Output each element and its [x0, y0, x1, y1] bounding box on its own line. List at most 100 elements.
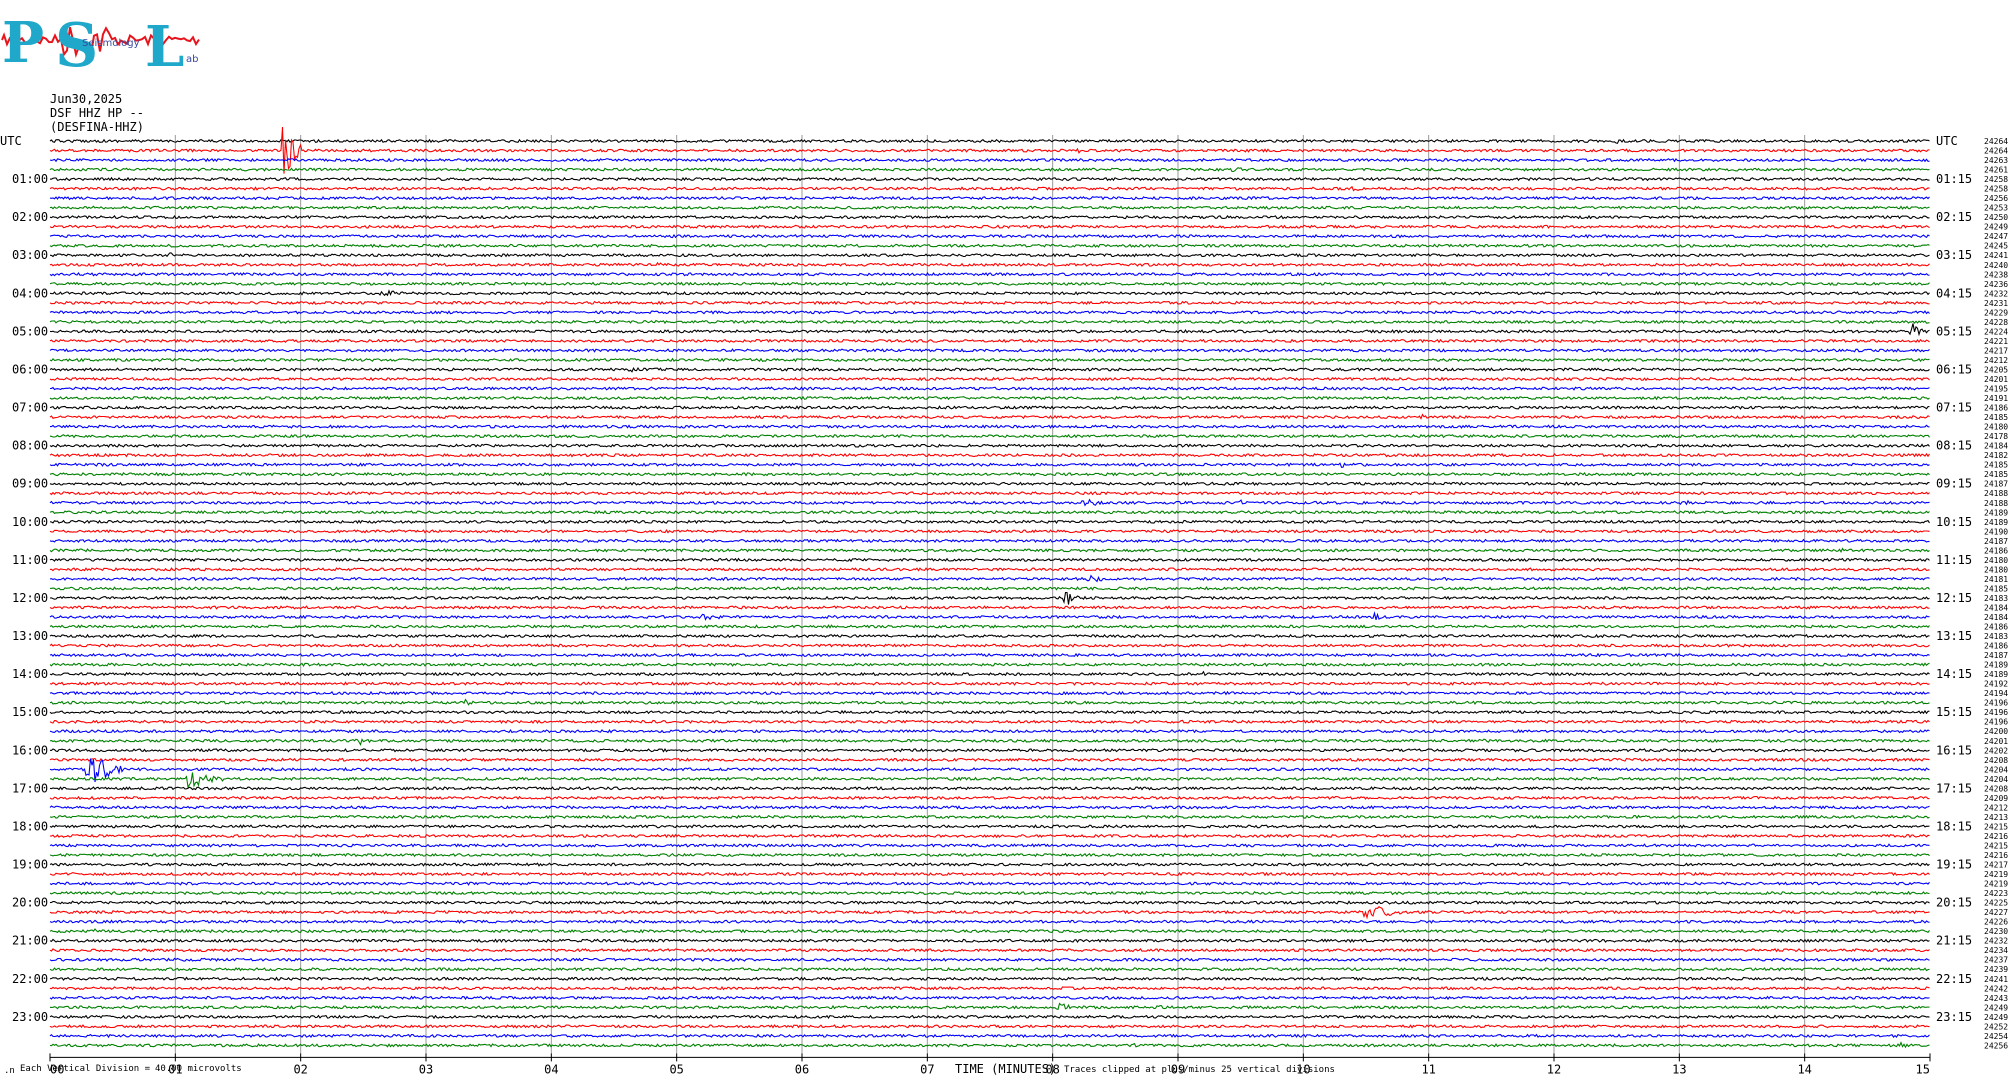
trace-row-6	[49, 195, 1930, 201]
trace-value: 24186	[1984, 623, 2008, 632]
trace-value: 24217	[1984, 346, 2008, 355]
trace-value: 24194	[1984, 689, 2008, 698]
trace-row-65	[49, 757, 1930, 763]
trace-value: 24228	[1984, 318, 2008, 327]
trace-value: 24249	[1984, 1013, 2008, 1022]
left-hour-label: 13:00	[12, 629, 48, 643]
trace-row-92	[49, 1014, 1930, 1020]
trace-row-36	[49, 481, 1930, 487]
right-hour-label: 21:15	[1936, 934, 1972, 948]
trace-value: 24183	[1984, 632, 2008, 641]
trace-value: 24190	[1984, 527, 2008, 536]
trace-value: 24191	[1984, 394, 2008, 403]
trace-row-50	[49, 611, 1930, 621]
trace-value: 24253	[1984, 204, 2008, 213]
trace-row-90	[49, 995, 1930, 1001]
trace-row-74	[49, 843, 1930, 848]
trace-row-13	[49, 261, 1930, 268]
trace-row-15	[49, 281, 1930, 287]
trace-row-78	[49, 881, 1930, 886]
trace-value: 24189	[1984, 661, 2008, 670]
trace-row-39	[49, 509, 1930, 515]
trace-row-23	[49, 357, 1930, 363]
trace-row-95	[49, 1041, 1930, 1049]
trace-value: 24217	[1984, 861, 2008, 870]
trace-row-49	[49, 605, 1930, 610]
trace-row-37	[49, 490, 1930, 496]
trace-row-83	[49, 928, 1930, 934]
left-hour-label: 14:00	[12, 667, 48, 681]
trace-row-72	[49, 824, 1930, 829]
trace-value: 24208	[1984, 784, 2008, 793]
trace-value: 24237	[1984, 956, 2008, 965]
trace-row-51	[49, 624, 1930, 629]
trace-row-29	[49, 413, 1930, 420]
trace-value: 24216	[1984, 851, 2008, 860]
trace-row-47	[49, 586, 1930, 591]
x-tick-label: 15	[1916, 1062, 1930, 1076]
trace-row-86	[49, 957, 1930, 963]
trace-row-16	[49, 289, 1930, 297]
trace-value: 24215	[1984, 841, 2008, 850]
trace-value: 24208	[1984, 756, 2008, 765]
trace-value: 24247	[1984, 232, 2008, 241]
trace-value: 24204	[1984, 775, 2008, 784]
trace-value: 24201	[1984, 375, 2008, 384]
trace-value: 24178	[1984, 432, 2008, 441]
trace-row-71	[49, 814, 1930, 820]
trace-value: 24185	[1984, 584, 2008, 593]
trace-value: 24215	[1984, 822, 2008, 831]
trace-row-1	[49, 126, 1930, 174]
trace-row-24	[49, 366, 1930, 373]
trace-row-63	[49, 738, 1930, 746]
scale-marker: .n	[4, 1066, 15, 1076]
trace-row-32	[49, 443, 1930, 448]
trace-row-10	[49, 233, 1930, 239]
trace-value: 24256	[1984, 194, 2008, 203]
trace-row-89	[49, 985, 1930, 991]
right-hour-label: 18:15	[1936, 819, 1972, 833]
right-hour-label: 23:15	[1936, 1010, 1972, 1024]
left-hour-label: 04:00	[12, 286, 48, 300]
right-hour-label: 15:15	[1936, 705, 1972, 719]
right-hour-label: 11:15	[1936, 553, 1972, 567]
trace-row-94	[49, 1033, 1930, 1039]
left-hour-label: 08:00	[12, 439, 48, 453]
trace-row-43	[49, 547, 1930, 553]
trace-value: 24219	[1984, 870, 2008, 879]
left-hour-label: 21:00	[12, 934, 48, 948]
trace-value: 24187	[1984, 480, 2008, 489]
left-hour-label: 09:00	[12, 477, 48, 491]
left-hour-label: 23:00	[12, 1010, 48, 1024]
trace-value: 24221	[1984, 337, 2008, 346]
right-hour-label: 12:15	[1936, 591, 1972, 605]
trace-row-79	[49, 890, 1930, 896]
x-tick-label: 14	[1797, 1062, 1811, 1076]
trace-row-58	[49, 690, 1930, 696]
trace-value: 24252	[1984, 1022, 2008, 1031]
trace-value: 24245	[1984, 242, 2008, 251]
x-tick-label: 04	[544, 1062, 558, 1076]
footer-scale-value: 40.00 microvolts	[155, 1064, 242, 1074]
trace-row-33	[49, 452, 1930, 458]
trace-row-35	[49, 471, 1930, 477]
trace-value: 24258	[1984, 185, 2008, 194]
trace-value: 24202	[1984, 746, 2008, 755]
trace-value: 24224	[1984, 327, 2008, 336]
trace-value: 24216	[1984, 832, 2008, 841]
right-hour-label: 16:15	[1936, 743, 1972, 757]
trace-value: 24242	[1984, 984, 2008, 993]
trace-row-38	[49, 498, 1930, 507]
trace-row-31	[49, 433, 1930, 439]
trace-row-19	[49, 319, 1930, 325]
trace-value: 24180	[1984, 423, 2008, 432]
trace-row-54	[49, 652, 1930, 658]
trace-row-12	[49, 252, 1930, 258]
trace-row-81	[49, 905, 1930, 920]
trace-value: 24223	[1984, 889, 2008, 898]
trace-row-68	[49, 786, 1930, 791]
trace-value: 24182	[1984, 451, 2008, 460]
trace-value: 24188	[1984, 499, 2008, 508]
trace-row-85	[49, 947, 1930, 953]
trace-value: 24250	[1984, 213, 2008, 222]
